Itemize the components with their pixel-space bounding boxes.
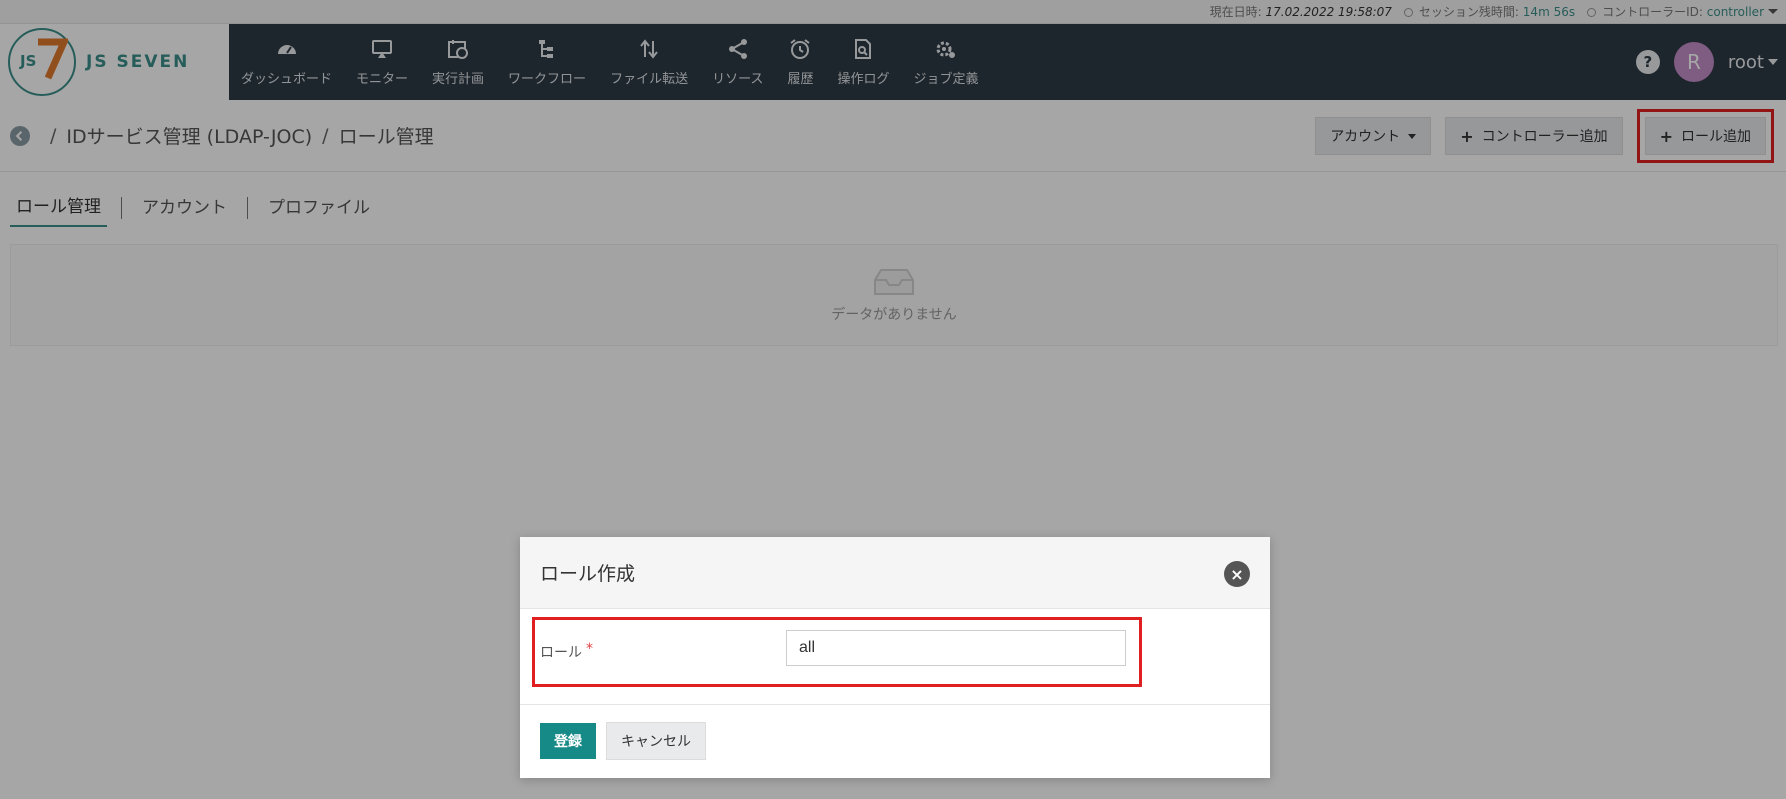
role-field-label: ロール * xyxy=(540,641,593,661)
close-icon[interactable]: × xyxy=(1224,561,1250,587)
dialog-header: ロール作成 × xyxy=(520,537,1270,609)
required-marker: * xyxy=(586,641,593,657)
dialog-body: ロール * xyxy=(520,609,1270,705)
cancel-button[interactable]: キャンセル xyxy=(606,722,706,760)
dialog-title: ロール作成 xyxy=(540,563,636,585)
role-name-input[interactable] xyxy=(786,630,1126,666)
create-role-dialog: ロール作成 × ロール* 登録 キャンセル xyxy=(520,537,1270,778)
dialog-footer: 登録 キャンセル xyxy=(520,705,1270,777)
submit-button[interactable]: 登録 xyxy=(540,723,596,759)
